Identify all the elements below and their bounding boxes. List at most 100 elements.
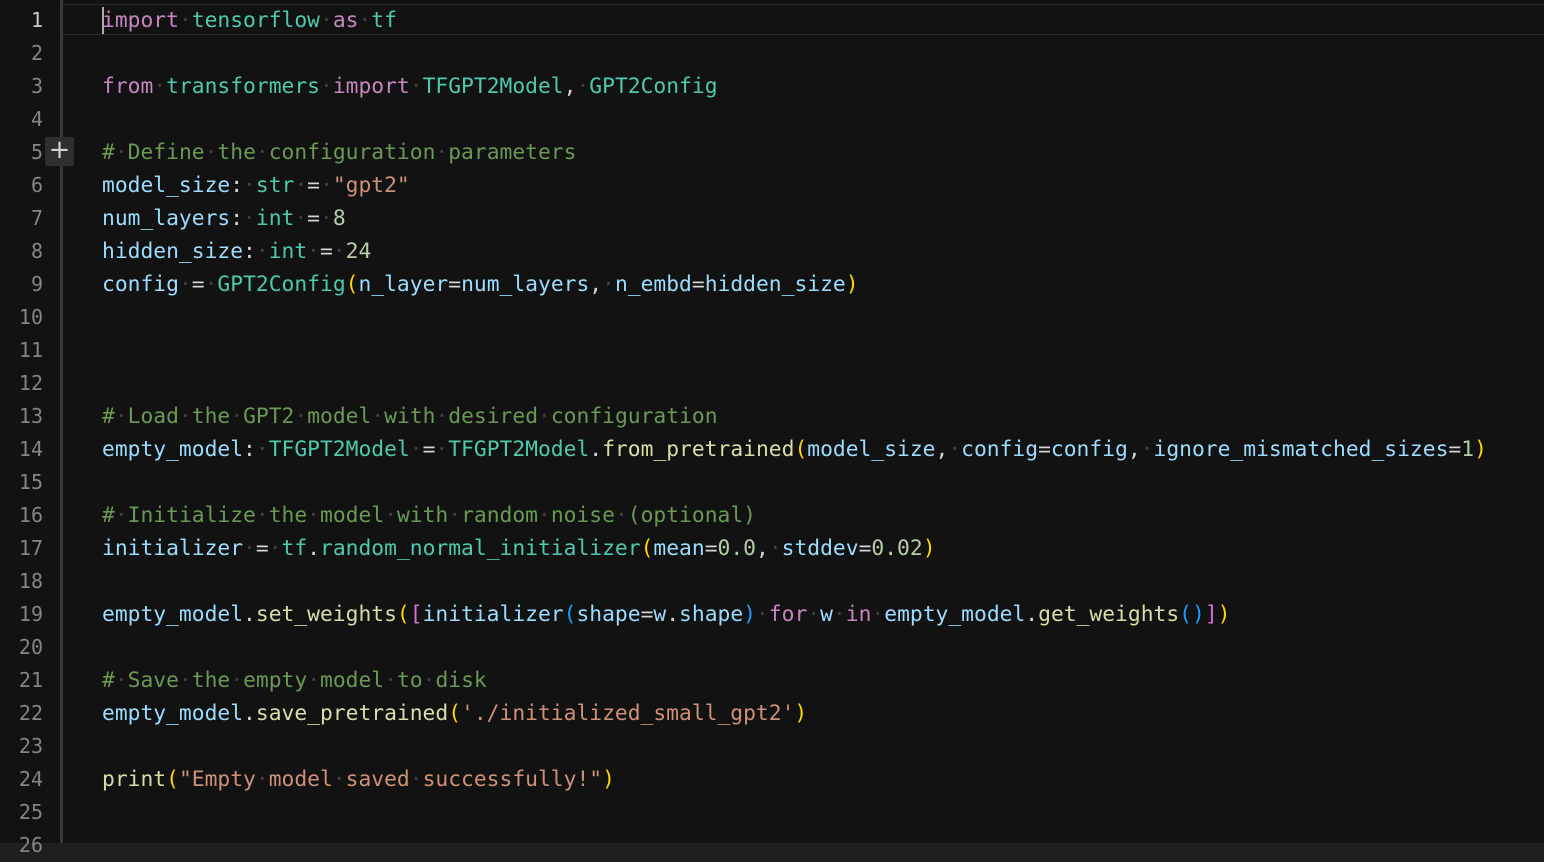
whitespace-marker: ·	[832, 602, 846, 627]
whitespace-marker: ·	[320, 74, 333, 99]
whitespace-marker: ·	[538, 503, 551, 528]
whitespace-marker: ·	[230, 668, 244, 693]
whitespace-marker: ·	[332, 239, 346, 264]
code-token: tf	[281, 536, 308, 561]
code-token: 24	[345, 239, 372, 264]
code-token: )	[794, 701, 808, 726]
code-token: config	[1050, 437, 1128, 462]
code-line[interactable]: #·Save·the·empty·model·to·disk	[102, 664, 487, 697]
code-token: the	[217, 140, 256, 165]
code-line[interactable]: empty_model:·TFGPT2Model·=·TFGPT2Model.f…	[102, 433, 1487, 466]
code-token: initializer	[102, 536, 244, 561]
code-token: (	[448, 701, 462, 726]
whitespace-marker: ·	[178, 668, 192, 693]
code-token: =	[422, 437, 436, 462]
code-line[interactable]: model_size:·str·=·"gpt2"	[102, 169, 410, 202]
whitespace-marker: ·	[255, 503, 269, 528]
code-line[interactable]: initializer·=·tf.random_normal_initializ…	[102, 532, 936, 565]
whitespace-marker: ·	[448, 503, 462, 528]
code-token: import	[102, 8, 179, 33]
code-token: #	[102, 668, 115, 693]
code-token: successfully!"	[422, 767, 603, 792]
line-number: 8	[30, 239, 43, 263]
code-token: n_layer	[358, 272, 449, 297]
whitespace-marker: ·	[255, 239, 269, 264]
whitespace-marker: ·	[307, 503, 320, 528]
code-line[interactable]: empty_model.save_pretrained('./initializ…	[102, 697, 807, 730]
code-token: random	[461, 503, 538, 528]
code-token: the	[191, 404, 231, 429]
code-token: =	[448, 272, 462, 297]
code-line[interactable]: config·=·GPT2Config(n_layer=num_layers,·…	[102, 268, 859, 301]
whitespace-marker: ·	[255, 767, 269, 792]
code-token: (optional)	[627, 503, 756, 528]
code-token: =	[691, 272, 705, 297]
line-number: 13	[18, 404, 43, 428]
whitespace-marker: ·	[178, 404, 192, 429]
code-token: 0.02	[871, 536, 923, 561]
code-editor[interactable]: 1 2 3 4 5 6 7 8 9 10 11 12 13 14 15 16 17 18 19 20 21 22 23 24 2…	[0, 0, 1544, 857]
add-icon[interactable]: +	[45, 137, 74, 166]
code-token: configuration	[268, 140, 436, 165]
code-token: ignore_mismatched_sizes	[1153, 437, 1449, 462]
whitespace-marker: ·	[307, 239, 320, 264]
code-line[interactable]: hidden_size:·int·=·24	[102, 235, 371, 268]
code-token: )	[922, 536, 936, 561]
line-number: 20	[18, 635, 43, 659]
whitespace-marker: ·	[204, 272, 218, 297]
whitespace-marker: ·	[294, 206, 308, 231]
line-number: 22	[18, 701, 43, 725]
code-token: num_layers	[102, 206, 231, 231]
code-token: shape	[576, 602, 641, 627]
code-line[interactable]: import·tensorflow·as·tf	[102, 4, 397, 37]
code-token: mean	[653, 536, 705, 561]
code-line[interactable]: print("Empty·model·saved·successfully!")	[102, 763, 615, 796]
code-token: )	[1217, 602, 1231, 627]
whitespace-marker: ·	[614, 503, 628, 528]
code-token: ()	[1179, 602, 1205, 627]
code-token: empty_model	[884, 602, 1026, 627]
code-token: Initialize	[127, 503, 256, 528]
code-token: =	[307, 173, 320, 198]
code-token: int	[268, 239, 308, 264]
code-line[interactable]: num_layers:·int·=·8	[102, 202, 346, 235]
line-number: 9	[30, 272, 43, 296]
code-token: configuration	[550, 404, 718, 429]
code-token: [	[409, 602, 423, 627]
whitespace-marker: ·	[307, 668, 321, 693]
code-token: the	[191, 668, 231, 693]
code-token: =	[704, 536, 718, 561]
code-token: saved	[345, 767, 410, 792]
code-token: 0.0	[717, 536, 756, 561]
code-token: shape	[679, 602, 744, 627]
code-token: (	[563, 602, 577, 627]
code-token: ,	[755, 536, 769, 561]
code-token: num_layers	[461, 272, 590, 297]
code-token: :	[230, 173, 244, 198]
code-token: (	[166, 767, 179, 792]
code-token: (	[345, 272, 359, 297]
code-line[interactable]: from·transformers·import·TFGPT2Model,·GP…	[102, 70, 718, 103]
whitespace-marker: ·	[807, 602, 821, 627]
whitespace-marker: ·	[178, 8, 192, 33]
code-token: .	[666, 602, 680, 627]
code-token: with	[384, 404, 436, 429]
code-token: model_size	[102, 173, 231, 198]
whitespace-marker: ·	[332, 767, 346, 792]
code-token: .	[243, 701, 256, 726]
whitespace-marker: ·	[243, 206, 256, 231]
whitespace-marker: ·	[871, 602, 885, 627]
code-line[interactable]: #·Define·the·configuration·parameters	[102, 136, 576, 169]
code-line[interactable]: empty_model.set_weights([initializer(sha…	[102, 598, 1230, 631]
code-line[interactable]: #·Load·the·GPT2·model·with·desired·confi…	[102, 400, 718, 433]
line-number: 12	[18, 371, 43, 395]
code-token: empty	[243, 668, 308, 693]
code-token: initializer	[422, 602, 564, 627]
whitespace-marker: ·	[320, 173, 333, 198]
code-token: )	[602, 767, 615, 792]
code-token: ]	[1204, 602, 1218, 627]
line-number: 11	[18, 338, 43, 362]
whitespace-marker: ·	[114, 668, 128, 693]
code-token: random_normal_initializer	[320, 536, 641, 561]
code-line[interactable]: #·Initialize·the·model·with·random·noise…	[102, 499, 756, 532]
